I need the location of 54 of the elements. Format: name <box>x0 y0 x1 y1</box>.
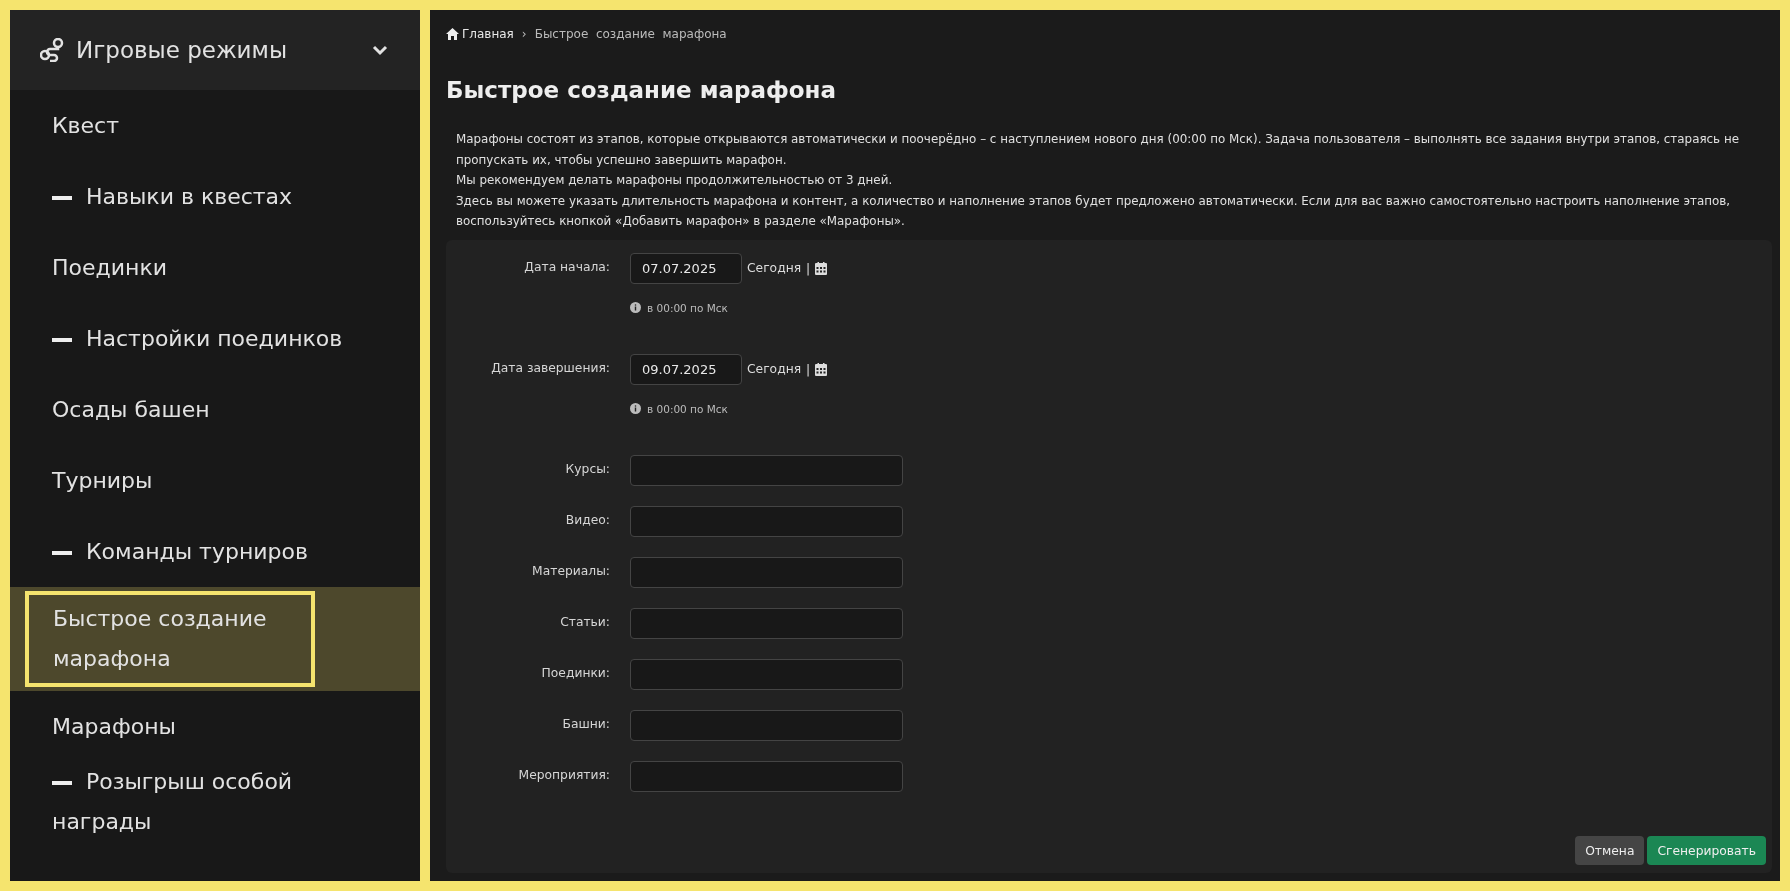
input-field[interactable] <box>630 658 903 690</box>
description-text: Марафоны состоят из этапов, которые открываются автоматически и поочерёдно – с наступлением нового дня (00:00 по Мск). Задача пользователя – выполнять все задания внутри этапов, стараясь не пропускать их, чтобы успешно завершить марафон. Мы рекомендуем делать марафоны продолжительностью от 3 дней. Здесь вы можете указать длительность марафона и контент, а количество и наполнение этапов будет предложено автоматически. Если для вас важно самостоятельно настроить наполнение этапов, воспользуйтесь кнопкой «Добавить марафон» в разделе «Марафоны». <box>455 131 1740 230</box>
field-label: Статьи: <box>559 613 610 629</box>
separator: | <box>806 261 811 275</box>
date-field[interactable]: 07.07.2025 <box>630 252 742 284</box>
sidebar-item[interactable]: Осады башен <box>27 389 232 430</box>
field-label: Дата завершения: <box>490 359 610 375</box>
sidebar-item[interactable]: Марафоны <box>27 706 198 747</box>
separator: | <box>806 362 811 376</box>
breadcrumb-current: Быстрое создание марафона <box>534 27 727 41</box>
hint-text: в 00:00 по Мск <box>647 402 728 415</box>
field-label: Материалы: <box>531 562 610 578</box>
field-label: Мероприятия: <box>517 766 610 782</box>
sidebar-subitem[interactable]: Навыки в квестах <box>27 176 315 217</box>
sidebar-subitem[interactable]: Настройки поединков <box>27 318 365 359</box>
route-icon <box>40 38 66 62</box>
dash-icon <box>52 550 72 555</box>
date-field[interactable]: 09.07.2025 <box>630 353 742 385</box>
cancel-button[interactable]: Отмена <box>1575 836 1645 865</box>
breadcrumb-separator: › <box>521 27 527 41</box>
dash-icon <box>52 781 72 785</box>
today-link[interactable]: Сегодня <box>747 261 802 275</box>
calendar-icon[interactable] <box>815 261 828 275</box>
section-title: Игровые режимы <box>76 37 289 63</box>
generate-button[interactable]: Сгенерировать <box>1647 836 1766 865</box>
chevron-icon <box>372 44 388 56</box>
sidebar-item[interactable]: Турниры <box>27 460 175 501</box>
input-field[interactable] <box>630 454 903 486</box>
calendar-icon[interactable] <box>815 362 828 376</box>
page-title: Быстрое создание марафона <box>446 77 837 103</box>
sidebar-subitem[interactable]: Команды турниров <box>27 531 330 572</box>
sidebar-item[interactable]: Квест <box>27 105 142 146</box>
field-label: Курсы: <box>564 460 610 476</box>
dash-icon <box>52 195 72 200</box>
input-field[interactable] <box>630 709 903 741</box>
sidebar-subitem[interactable]: Розыгрыш особой награды <box>27 762 400 842</box>
field-label: Башни: <box>561 715 610 731</box>
home-icon <box>446 28 459 40</box>
dash-icon <box>52 337 72 342</box>
input-field[interactable] <box>630 556 903 588</box>
input-field[interactable] <box>630 505 903 537</box>
field-label: Дата начала: <box>523 258 610 274</box>
field-label: Видео: <box>564 511 610 527</box>
info-icon <box>630 302 641 313</box>
today-link[interactable]: Сегодня <box>747 362 802 376</box>
section-header[interactable]: Игровые режимы <box>10 10 420 90</box>
sidebar-item[interactable]: Поединки <box>27 247 190 288</box>
input-field[interactable] <box>630 607 903 639</box>
input-field[interactable] <box>630 760 903 792</box>
info-icon <box>630 403 641 414</box>
home-label: Главная <box>462 27 514 41</box>
field-label: Поединки: <box>540 664 610 680</box>
hint-text: в 00:00 по Мск <box>647 301 728 314</box>
home-link[interactable]: Главная <box>446 27 514 41</box>
